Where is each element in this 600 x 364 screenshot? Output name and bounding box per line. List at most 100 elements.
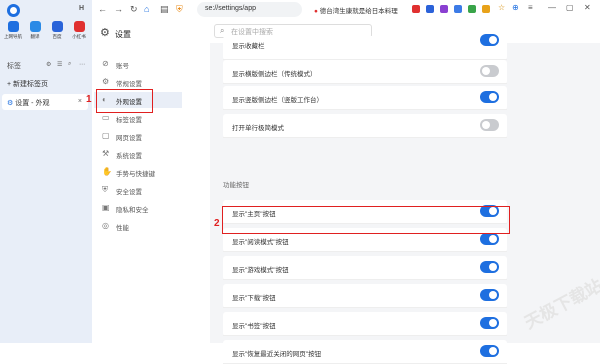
account-icon: ⊘ [102,59,109,68]
quick-link-label: 翻译 [30,34,40,39]
setting-row-bookmark-button: 显示"书签"按钮 [223,312,507,336]
system-icon: ⚒ [102,149,110,158]
nav-label: 手势与快捷键 [116,171,155,178]
current-tab-title: 设置 - 外观 [15,100,50,107]
nav-item-system[interactable]: ⚒ 系统设置 [94,146,182,162]
nav-label: 常规设置 [116,81,142,88]
nav-item-webpage[interactable]: ▢ 网页设置 [94,128,182,144]
nav-label: 账号 [116,63,129,70]
toggle-switch[interactable] [480,119,499,131]
extension-doc-icon[interactable] [454,5,462,13]
star-icon[interactable]: ☆ [498,3,505,12]
tab-group-icon[interactable]: ⚙ [46,61,51,68]
close-tab-icon[interactable]: × [78,98,82,105]
setting-label: 打开单行极简模式 [232,125,284,132]
shield-icon[interactable]: ⛨ [176,4,183,15]
setting-row-minimal-mode: 打开单行极简模式 [223,114,507,138]
webpage-icon: ▢ [102,131,110,140]
tab-list-icon[interactable]: ☰ [57,61,62,68]
shield-icon: ⛨ [102,185,108,194]
add-icon[interactable]: ⊕ [512,3,519,12]
nav-label: 系统设置 [116,153,142,160]
translate-icon [29,21,41,32]
quick-link-label: 小红书 [72,34,86,39]
quick-link-baidu[interactable]: 百度 [46,21,68,40]
extension-purple-icon[interactable] [440,5,448,13]
close-window-icon[interactable]: ✕ [584,3,591,12]
sidebar-collapse-button[interactable]: H [79,5,84,12]
search-icon: ⌕ [220,26,225,35]
setting-row-game-button: 显示"游戏模式"按钮 [223,256,507,280]
annotation-box-1 [96,89,153,113]
setting-label: 显示"书签"按钮 [232,323,276,330]
nav-label: 标签设置 [116,117,142,124]
extension-green-icon[interactable] [468,5,476,13]
toggle-switch[interactable] [480,289,499,301]
search-placeholder: 在设置中搜索 [231,29,273,36]
toggle-switch[interactable] [480,91,499,103]
toggle-switch[interactable] [480,233,499,245]
annotation-box-2 [222,206,510,234]
xiaohongshu-icon [73,21,85,32]
setting-row-horizontal-sidebar: 显示横版侧边栏（传统模式） [223,60,507,84]
setting-row-show-bookmarks: 显示收藏栏 [223,34,507,60]
home-icon[interactable]: ⌂ [144,4,149,14]
new-tab-button[interactable]: + 新建标签页 [7,79,48,89]
nav-item-gestures[interactable]: ✋ 手势与快捷键 [94,164,182,180]
minimize-icon[interactable]: — [548,3,556,12]
reader-icon[interactable]: ▤ [160,4,169,15]
nav-item-security[interactable]: ⛨ 安全设置 [94,182,182,198]
nav-icon [7,21,19,32]
tab-search-icon[interactable]: ⌕ [68,61,71,68]
gear-icon: ⚙ [102,77,110,86]
setting-label: 显示"阅读模式"按钮 [232,239,289,246]
bookmark-link[interactable]: ● 德台湾生康就是给日本料理 [314,5,398,15]
setting-label: 显示"恢复最近关闭的网页"按钮 [232,351,322,358]
nav-label: 安全设置 [116,189,142,196]
setting-label: 显示竖版侧边栏（竖版工作台） [232,97,323,104]
tab-more-icon[interactable]: ⋯ [79,61,85,68]
baidu-icon [51,21,63,32]
toggle-switch[interactable] [480,345,499,357]
current-tab[interactable]: ⚙ 设置 - 外观 × [2,94,88,110]
setting-row-restore-button: 显示"恢复最近关闭的网页"按钮 [223,340,507,364]
extension-blue-icon[interactable] [426,5,434,13]
quick-link-nav[interactable]: 上网导航 [2,21,24,40]
setting-label: 显示横版侧边栏（传统模式） [232,71,317,78]
sidebar-header: H [0,0,92,20]
nav-label: 隐私和安全 [116,207,149,214]
quick-link-translate[interactable]: 翻译 [24,21,46,40]
toolbar: ← → ↻ ⌂ ▤ ⛨ se://settings/app ● 德台湾生康就是给… [92,0,600,20]
settings-gear-icon: ⚙ [7,100,14,107]
refresh-icon[interactable]: ↻ [130,4,138,15]
quick-link-xiaohongshu[interactable]: 小红书 [68,21,90,40]
nav-item-privacy[interactable]: ▣ 隐私和安全 [94,200,182,216]
toggle-switch[interactable] [480,261,499,273]
nav-item-performance[interactable]: ◎ 性能 [94,218,182,234]
menu-icon[interactable]: ≡ [528,3,533,12]
nav-label: 性能 [116,225,129,232]
address-bar[interactable]: se://settings/app [197,2,302,17]
browser-logo-icon[interactable] [7,4,20,17]
page-title: 设置 [115,30,131,39]
extension-red-icon[interactable] [412,5,420,13]
toggle-switch[interactable] [480,65,499,77]
toggle-switch[interactable] [480,317,499,329]
nav-item-general[interactable]: ⚙ 常规设置 [94,74,182,90]
maximize-icon[interactable]: ▢ [566,3,574,12]
gesture-icon: ✋ [102,167,112,176]
setting-label: 显示收藏栏 [232,43,265,50]
toggle-switch[interactable] [480,34,499,46]
annotation-number-2: 2 [214,218,220,229]
tab-icon: ▭ [102,113,110,122]
bookmark-favicon-icon: ● [314,8,318,15]
forward-icon[interactable]: → [114,4,123,14]
tabs-section-label: 标签 [7,63,21,70]
privacy-icon: ▣ [102,203,110,212]
performance-icon: ◎ [102,221,109,230]
url-text: se://settings/app [205,5,256,12]
back-icon[interactable]: ← [98,4,107,14]
nav-item-account[interactable]: ⊘ 账号 [94,56,182,72]
extension-yellow-icon[interactable] [482,5,490,13]
settings-page: ⚙ 设置 ⌕ 在设置中搜索 ⊘ 账号 ⚙ 常规设置 ◐ 外观设置 ▭ 标签设置 ▢ 网页设… [92,20,600,364]
